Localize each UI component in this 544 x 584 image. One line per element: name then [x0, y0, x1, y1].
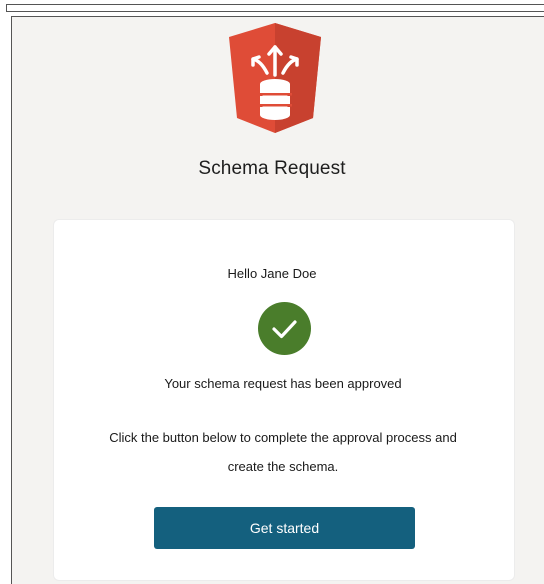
- top-border-bar: [6, 4, 544, 12]
- instruction-line-1: Click the button below to complete the a…: [109, 430, 457, 445]
- status-message: Your schema request has been approved: [164, 376, 402, 391]
- instruction-line-2: create the schema.: [227, 459, 339, 474]
- get-started-button[interactable]: Get started: [154, 507, 415, 549]
- greeting-text: Hello Jane Doe: [227, 266, 317, 281]
- checkmark-circle-icon: [258, 302, 311, 355]
- schema-database-shield-icon: [229, 23, 321, 133]
- page-title: Schema Request: [198, 158, 346, 179]
